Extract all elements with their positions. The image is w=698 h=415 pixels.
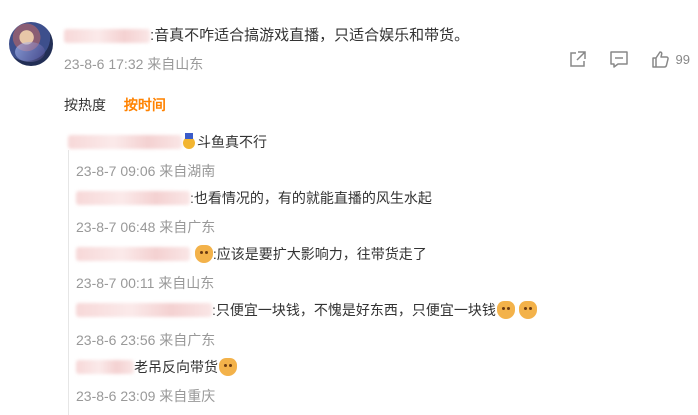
medal-icon xyxy=(182,133,196,151)
reply-item: 斗鱼真不行 xyxy=(68,132,267,152)
dog-emoji-icon xyxy=(496,301,515,319)
like-button[interactable]: 99 xyxy=(651,50,690,69)
comment-actions: 99 xyxy=(546,50,690,69)
reply-meta: 23-8-7 09:06 来自湖南 xyxy=(76,161,215,181)
like-count: 99 xyxy=(675,52,690,67)
comment-meta: 23-8-6 17:32 来自山东 xyxy=(64,54,203,74)
reply-time: 23-8-7 06:48 xyxy=(76,219,156,235)
reply-text: :只便宜一块钱，不愧是好东西，只便宜一块钱 xyxy=(212,302,496,318)
comment-location: 来自山东 xyxy=(147,56,204,72)
reply-location: 来自山东 xyxy=(158,275,215,291)
reply-item: :应该是要扩大影响力，往带货走了 xyxy=(76,244,427,264)
reply-item: 老吊反向带货 xyxy=(76,357,237,377)
reply-meta: 23-8-7 06:48 来自广东 xyxy=(76,217,215,237)
comment-button[interactable] xyxy=(609,50,629,69)
share-icon xyxy=(568,50,587,69)
reply-text: :应该是要扩大影响力，往带货走了 xyxy=(212,246,427,262)
reply-text: 斗鱼真不行 xyxy=(197,134,267,150)
reply-meta: 23-8-6 23:09 来自重庆 xyxy=(76,386,215,406)
reply-location: 来自湖南 xyxy=(159,163,216,179)
reply-time: 23-8-6 23:56 xyxy=(76,332,156,348)
reply-item: :只便宜一块钱，不愧是好东西，只便宜一块钱 xyxy=(76,300,537,320)
reply-time: 23-8-7 00:11 xyxy=(76,275,155,291)
comment-text: :音真不咋适合搞游戏直播，只适合娱乐和带货。 xyxy=(150,27,470,44)
blurred-username[interactable] xyxy=(64,29,150,44)
sort-tabs: 按热度 按时间 xyxy=(64,95,180,115)
blurred-username[interactable] xyxy=(76,360,134,374)
reply-meta: 23-8-6 23:56 来自广东 xyxy=(76,330,215,350)
reply-location: 来自重庆 xyxy=(159,388,216,404)
dog-emoji-icon xyxy=(219,358,237,376)
reply-location: 来自广东 xyxy=(159,332,216,348)
blurred-username[interactable] xyxy=(68,135,182,149)
like-icon xyxy=(651,50,670,69)
reply-location: 来自广东 xyxy=(159,219,216,235)
share-button[interactable] xyxy=(568,50,587,69)
comment-text-line: :音真不咋适合搞游戏直播，只适合娱乐和带货。 xyxy=(64,24,469,45)
reply-time: 23-8-6 23:09 xyxy=(76,388,156,404)
reply-meta: 23-8-7 00:11 来自山东 xyxy=(76,273,214,293)
comment-icon xyxy=(609,50,629,69)
reply-text: 老吊反向带货 xyxy=(134,359,218,375)
blurred-username[interactable] xyxy=(76,247,190,261)
reply-item: :也看情况的，有的就能直播的风生水起 xyxy=(76,188,432,208)
dog-emoji-icon xyxy=(194,245,213,263)
blurred-username[interactable] xyxy=(76,303,212,317)
dog-emoji-icon xyxy=(518,301,537,319)
tab-sort-by-hot[interactable]: 按热度 xyxy=(64,97,106,113)
comment-time: 23-8-6 17:32 xyxy=(64,56,144,72)
avatar[interactable] xyxy=(9,22,53,66)
reply-rail-divider xyxy=(68,150,69,415)
reply-time: 23-8-7 09:06 xyxy=(76,163,156,179)
reply-text: :也看情况的，有的就能直播的风生水起 xyxy=(190,190,432,206)
tab-sort-by-time[interactable]: 按时间 xyxy=(124,97,166,113)
blurred-username[interactable] xyxy=(76,191,190,205)
